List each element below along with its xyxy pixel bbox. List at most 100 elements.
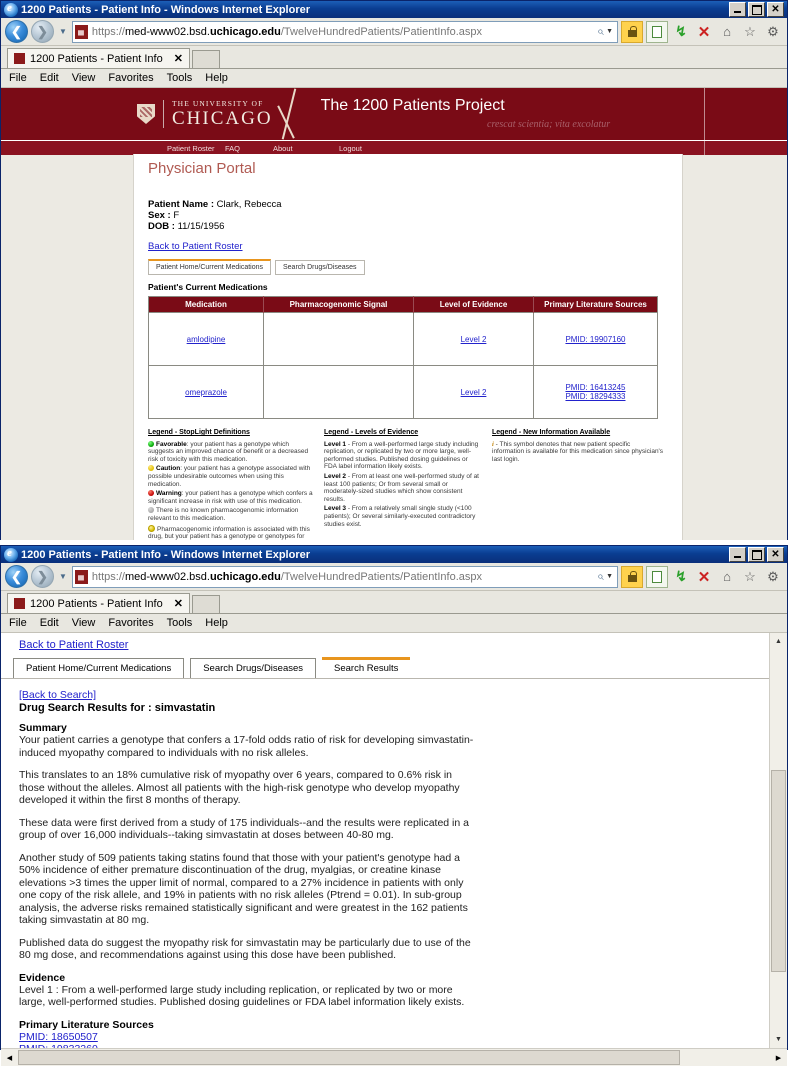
- favorites-icon[interactable]: ☆: [740, 567, 760, 587]
- minimize-button[interactable]: [729, 547, 746, 562]
- banner-right-panel: [704, 88, 787, 140]
- maximize-button[interactable]: [748, 2, 765, 17]
- vertical-scroll-track[interactable]: [770, 650, 787, 1031]
- tab-close-icon[interactable]: ✕: [174, 597, 183, 610]
- browser-tab[interactable]: 1200 Patients - Patient Info ✕: [7, 593, 190, 613]
- refresh-icon[interactable]: ↯: [671, 22, 691, 42]
- menu-favorites[interactable]: Favorites: [108, 72, 153, 84]
- scroll-left-button[interactable]: ◀: [1, 1050, 18, 1065]
- pmid-link[interactable]: PMID: 19907160: [565, 335, 625, 344]
- back-button[interactable]: ❮: [5, 20, 28, 43]
- menu-tools[interactable]: Tools: [167, 72, 193, 84]
- back-to-search-link[interactable]: [Back to Search]: [19, 689, 96, 701]
- close-button[interactable]: ✕: [767, 2, 784, 17]
- patient-name-label: Patient Name :: [148, 199, 217, 210]
- vertical-scroll-thumb[interactable]: [771, 770, 786, 972]
- summary-paragraph: Another study of 509 patients taking sta…: [19, 851, 468, 927]
- search-icon[interactable]: ⌕: [595, 24, 606, 39]
- close-button[interactable]: ✕: [767, 547, 784, 562]
- tab-patient-home[interactable]: Patient Home/Current Medications: [13, 658, 185, 678]
- tab-close-icon[interactable]: ✕: [174, 52, 183, 65]
- compatibility-view-icon[interactable]: [646, 565, 668, 588]
- history-dropdown-icon[interactable]: ▼: [57, 27, 69, 36]
- menu-help[interactable]: Help: [205, 617, 228, 629]
- address-input[interactable]: https://med-www02.bsd.uchicago.edu/Twelv…: [71, 20, 618, 43]
- medication-link[interactable]: amlodipine: [187, 335, 226, 344]
- horizontal-scrollbar[interactable]: ◀ ▶: [1, 1048, 787, 1066]
- legend-item-bold: Warning: [156, 490, 182, 498]
- back-to-patient-roster-link[interactable]: Back to Patient Roster: [148, 241, 243, 252]
- page-content: THE UNIVERSITY OF CHICAGO The 1200 Patie…: [1, 88, 787, 540]
- scroll-right-button[interactable]: ▶: [770, 1050, 787, 1065]
- favorites-icon[interactable]: ☆: [740, 22, 760, 42]
- menu-favorites[interactable]: Favorites: [108, 617, 153, 629]
- tab-search-results[interactable]: Search Results: [322, 657, 411, 678]
- security-lock-icon[interactable]: [621, 20, 643, 43]
- cell-medication: amlodipine: [148, 312, 264, 366]
- minimize-button[interactable]: [729, 2, 746, 17]
- chevron-down-icon[interactable]: ▼: [606, 28, 615, 35]
- legend-stoplight-title: Legend - StopLight Definitions: [148, 429, 250, 436]
- nav-logout[interactable]: Logout: [339, 144, 362, 153]
- history-dropdown-icon[interactable]: ▼: [57, 572, 69, 581]
- horizontal-scroll-thumb[interactable]: [18, 1050, 680, 1065]
- menu-edit[interactable]: Edit: [40, 72, 59, 84]
- menu-help[interactable]: Help: [205, 72, 228, 84]
- internet-explorer-icon: [4, 2, 18, 17]
- tab-search-drugs[interactable]: Search Drugs/Diseases: [190, 658, 317, 678]
- new-tab-button[interactable]: [191, 595, 220, 613]
- stop-icon[interactable]: ✕: [694, 567, 714, 587]
- evidence-title: Evidence: [19, 971, 66, 984]
- legend-item: Level 3 - From a relatively small single…: [324, 505, 482, 528]
- menu-file[interactable]: File: [9, 617, 27, 629]
- search-icon[interactable]: ⌕: [595, 569, 606, 584]
- address-input[interactable]: https://med-www02.bsd.uchicago.edu/Twelv…: [71, 565, 618, 588]
- nav-about[interactable]: About: [273, 144, 293, 153]
- compatibility-view-icon[interactable]: [646, 20, 668, 43]
- legend-item-bold: Level 3: [324, 505, 347, 513]
- home-icon[interactable]: ⌂: [717, 567, 737, 587]
- grey-dot-icon: [148, 507, 154, 514]
- menu-file[interactable]: File: [9, 72, 27, 84]
- evidence-level-link[interactable]: Level 2: [461, 335, 487, 344]
- maximize-button[interactable]: [748, 547, 765, 562]
- uchicago-shield-icon: [137, 104, 155, 124]
- current-medications-title: Patient's Current Medications: [148, 282, 268, 292]
- refresh-icon[interactable]: ↯: [671, 567, 691, 587]
- vertical-scrollbar[interactable]: ▲ ▼: [769, 633, 787, 1048]
- forward-button[interactable]: ❯: [31, 20, 54, 43]
- pmid-link[interactable]: PMID: 18294333: [536, 392, 655, 401]
- tab-patient-home[interactable]: Patient Home/Current Medications: [148, 259, 271, 275]
- security-lock-icon[interactable]: [621, 565, 643, 588]
- menu-view[interactable]: View: [72, 72, 96, 84]
- evidence-level-link[interactable]: Level 2: [461, 388, 487, 397]
- chevron-down-icon[interactable]: ▼: [606, 573, 615, 580]
- scroll-down-button[interactable]: ▼: [770, 1031, 787, 1048]
- legend-item-bold: Level 1: [324, 440, 347, 448]
- summary-paragraph: This translates to an 18% cumulative ris…: [19, 769, 460, 806]
- horizontal-scroll-track[interactable]: [18, 1050, 770, 1065]
- menu-view[interactable]: View: [72, 617, 96, 629]
- settings-gear-icon[interactable]: ⚙: [763, 22, 783, 42]
- tab-search-drugs[interactable]: Search Drugs/Diseases: [275, 260, 365, 275]
- scroll-up-button[interactable]: ▲: [770, 633, 787, 650]
- settings-gear-icon[interactable]: ⚙: [763, 567, 783, 587]
- medication-link[interactable]: omeprazole: [185, 388, 227, 397]
- browser-tab[interactable]: 1200 Patients - Patient Info ✕: [7, 48, 190, 68]
- nav-patient-roster[interactable]: Patient Roster: [167, 144, 215, 153]
- stop-icon[interactable]: ✕: [694, 22, 714, 42]
- pmid-link[interactable]: PMID: 19833260: [19, 1043, 769, 1048]
- back-to-patient-roster-link[interactable]: Back to Patient Roster: [19, 639, 128, 651]
- new-tab-button[interactable]: [191, 50, 220, 68]
- pmid-link[interactable]: PMID: 16413245: [536, 383, 655, 392]
- menu-edit[interactable]: Edit: [40, 617, 59, 629]
- menu-tools[interactable]: Tools: [167, 617, 193, 629]
- forward-button[interactable]: ❯: [31, 565, 54, 588]
- window-title: 1200 Patients - Patient Info - Windows I…: [21, 3, 311, 16]
- pmid-link[interactable]: PMID: 18650507: [19, 1031, 769, 1044]
- patient-sex-value: F: [173, 210, 180, 221]
- nav-faq[interactable]: FAQ: [225, 144, 240, 153]
- back-button[interactable]: ❮: [5, 565, 28, 588]
- physician-portal-card: Physician Portal Patient Name : Clark, R…: [133, 154, 683, 540]
- home-icon[interactable]: ⌂: [717, 22, 737, 42]
